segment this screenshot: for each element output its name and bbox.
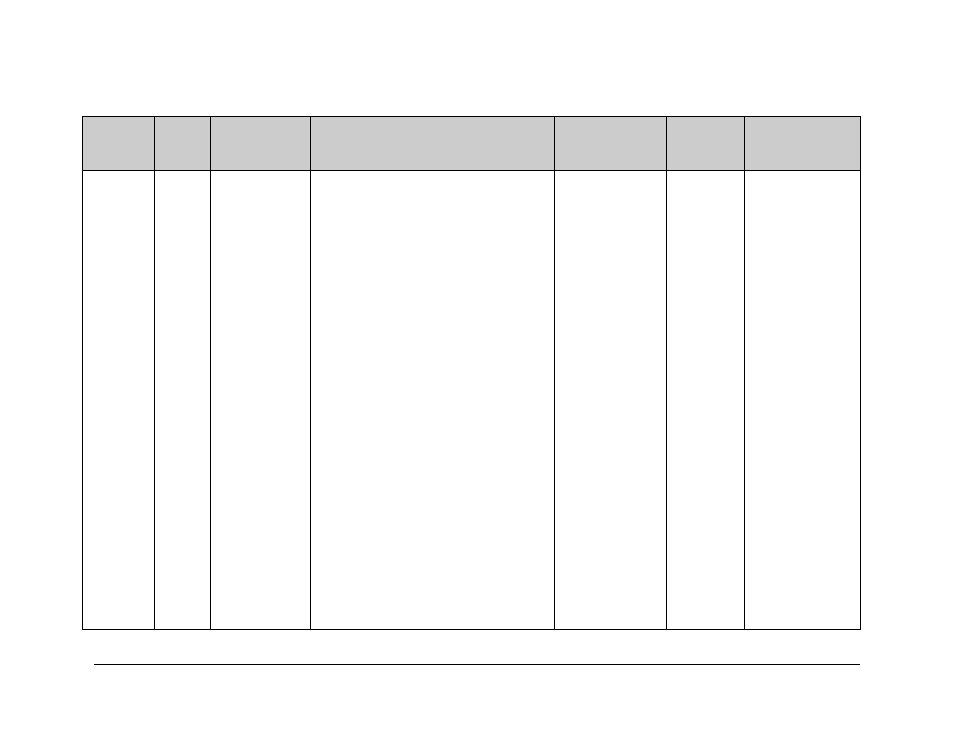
- table-cell: [745, 171, 861, 630]
- table-header-cell: [555, 117, 667, 171]
- table-cell: [211, 171, 311, 630]
- table-cell: [83, 171, 155, 630]
- table-header-cell: [211, 117, 311, 171]
- table-header-cell: [745, 117, 861, 171]
- table-header-cell: [667, 117, 745, 171]
- table-header-cell: [83, 117, 155, 171]
- table-header-cell: [311, 117, 555, 171]
- table-cell: [555, 171, 667, 630]
- table-header-cell: [155, 117, 211, 171]
- table-cell: [155, 171, 211, 630]
- table-header-row: [83, 117, 861, 171]
- table-cell: [667, 171, 745, 630]
- table-row: [83, 171, 861, 630]
- data-table: [82, 116, 861, 630]
- table-container: [82, 116, 860, 630]
- footer-rule: [94, 664, 860, 665]
- table-cell: [311, 171, 555, 630]
